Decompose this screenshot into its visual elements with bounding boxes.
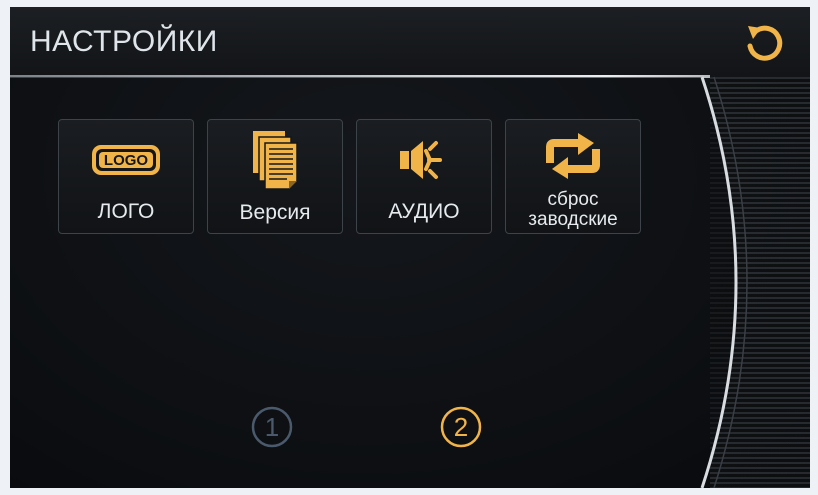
document-icon	[253, 131, 298, 190]
page-2-number: 2	[454, 412, 468, 442]
page-1-button[interactable]: 1	[250, 405, 294, 449]
version-label: Версия	[239, 201, 311, 224]
page-1-number: 1	[265, 412, 279, 442]
logo-icon-text: LOGO	[104, 152, 148, 169]
page-title: НАСТРОЙКИ	[30, 25, 218, 58]
header-divider	[10, 75, 710, 78]
factory-reset-label: сброс заводские	[506, 190, 640, 230]
page-1-circle: 1	[251, 406, 293, 448]
refresh-icon-wrap	[506, 130, 640, 182]
back-arrow-icon	[747, 25, 783, 61]
page-2-button[interactable]: 2	[439, 405, 483, 449]
speaker-icon-wrap	[357, 130, 491, 190]
refresh-icon	[546, 133, 600, 179]
logo-icon-wrap: LOGO	[59, 130, 193, 190]
logo-label: ЛОГО	[97, 200, 155, 223]
document-icon-wrap	[208, 130, 342, 190]
logo-icon: LOGO	[92, 145, 160, 175]
side-arc-decoration	[10, 76, 748, 488]
screen: НАСТРОЙКИ LOGO ЛОГО Версия АУДИО сброс з…	[10, 7, 810, 488]
speaker-icon	[400, 141, 442, 179]
factory-reset-label-line1: сброс	[547, 190, 599, 210]
header-bar: НАСТРОЙКИ	[10, 7, 810, 77]
audio-tile[interactable]: АУДИО	[356, 119, 492, 234]
logo-tile[interactable]: LOGO ЛОГО	[58, 119, 194, 234]
page-2-circle: 2	[440, 406, 482, 448]
factory-reset-label-line2: заводские	[528, 209, 618, 230]
audio-label: АУДИО	[388, 200, 460, 223]
back-button[interactable]	[740, 21, 788, 67]
side-decoration	[710, 77, 810, 488]
version-tile[interactable]: Версия	[207, 119, 343, 234]
factory-reset-tile[interactable]: сброс заводские	[505, 119, 641, 234]
